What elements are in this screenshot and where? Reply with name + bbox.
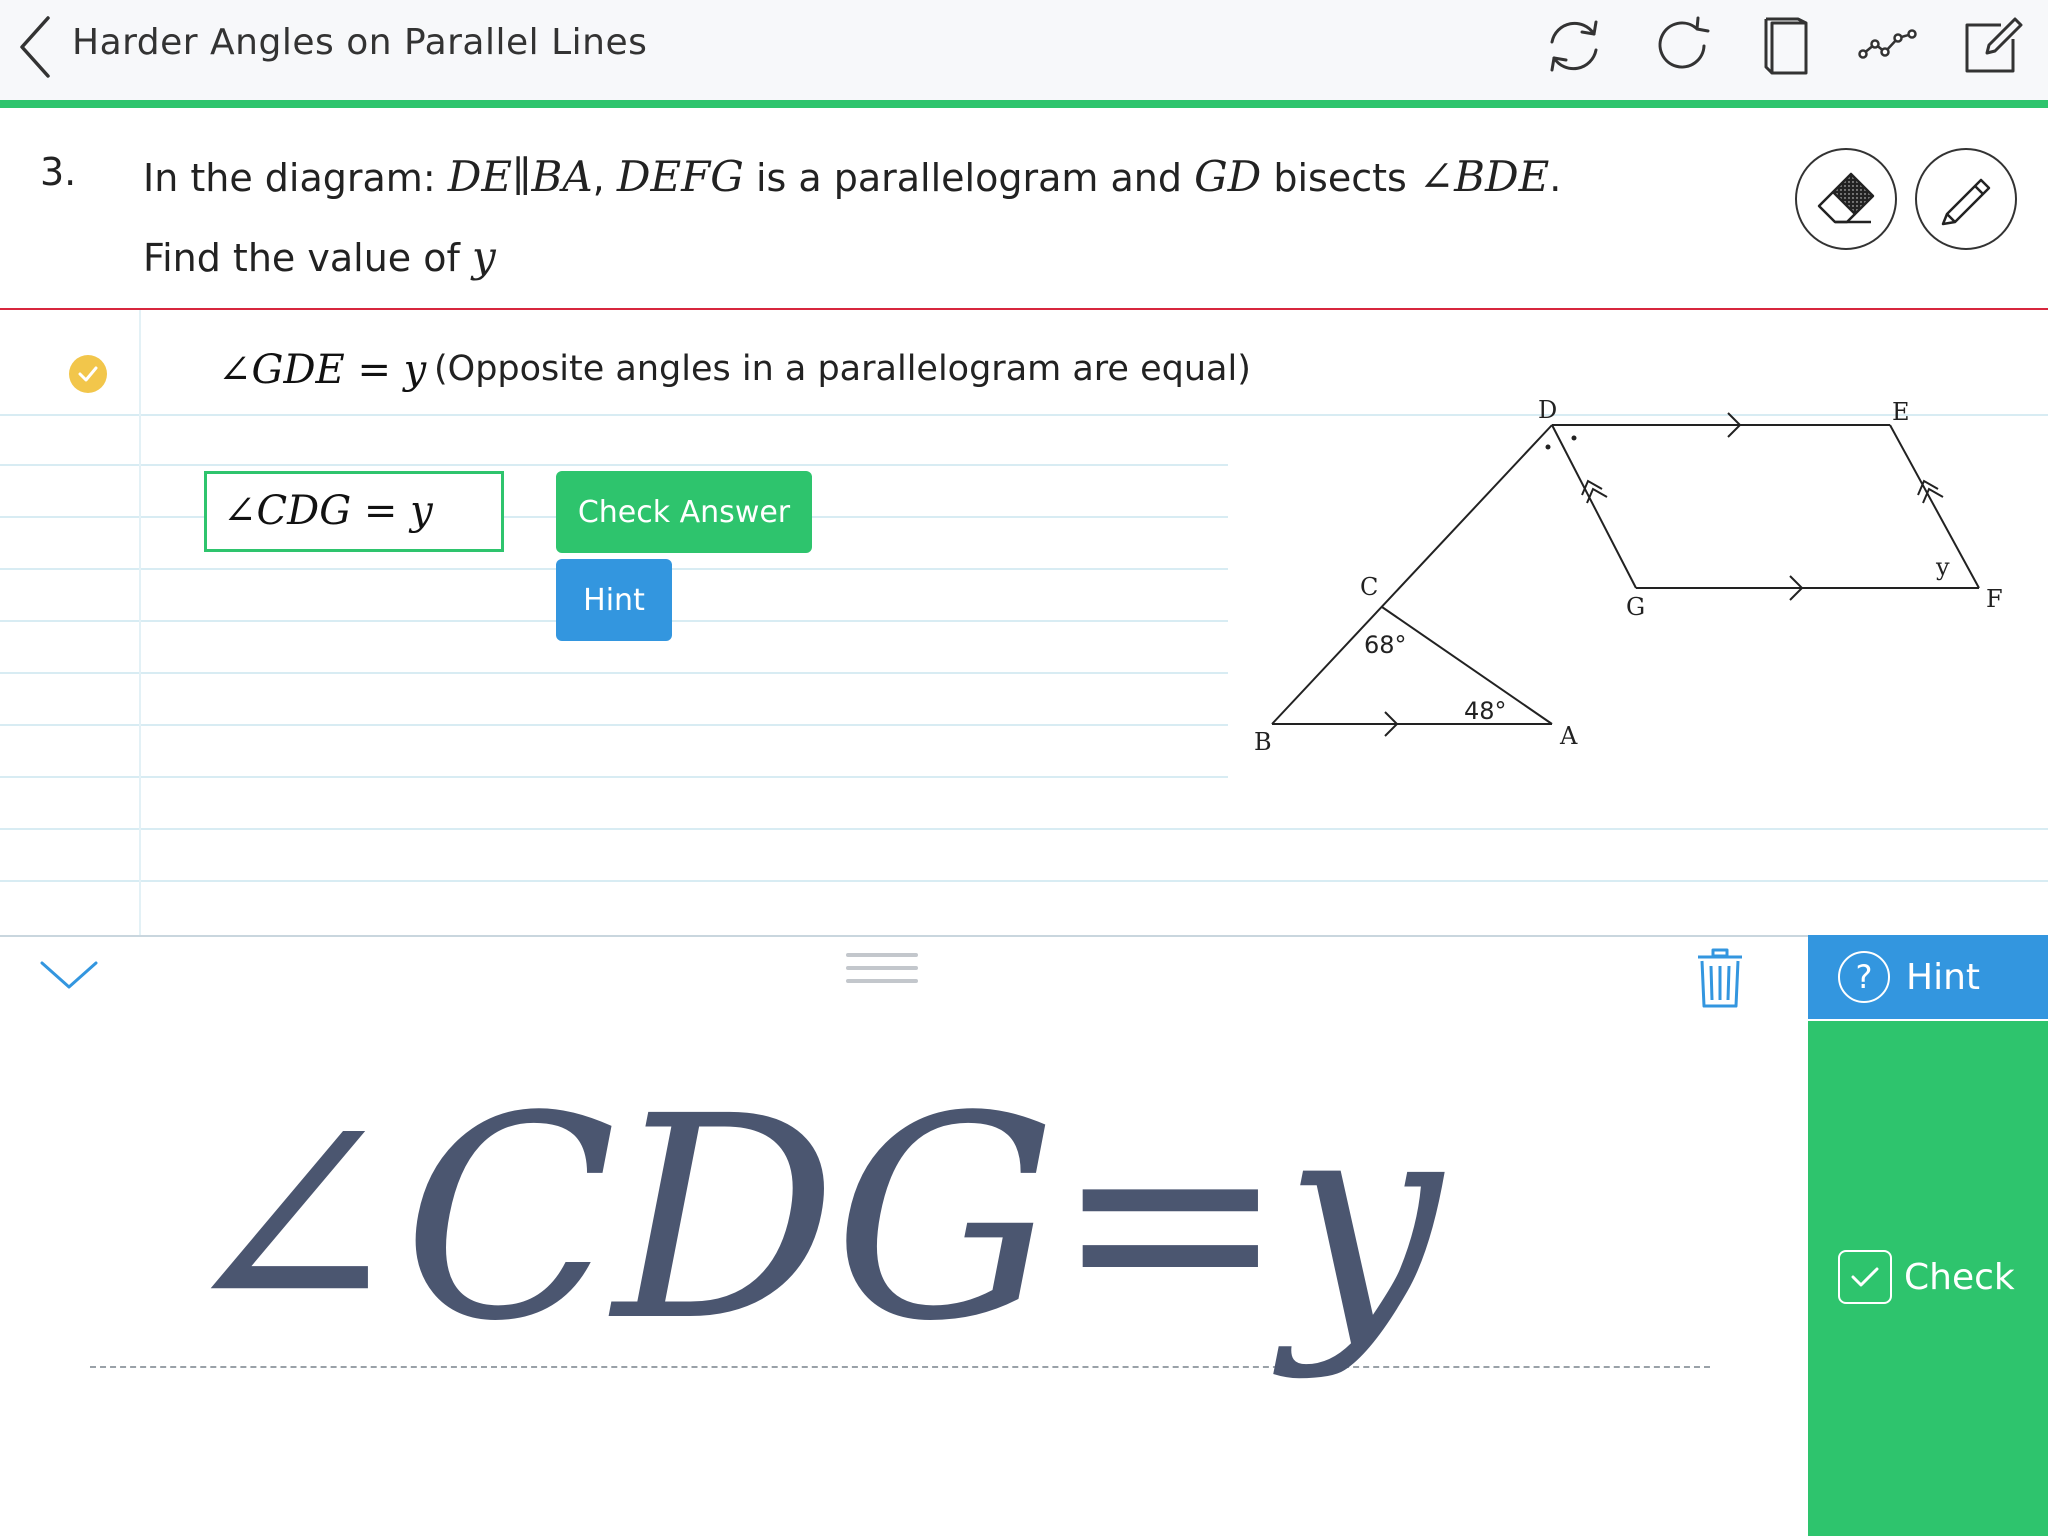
math-defg: DEFG	[616, 152, 744, 201]
question-prompt: Find the value of y	[143, 232, 496, 281]
hint-button[interactable]: Hint	[556, 559, 672, 641]
question-text-part: Find the value of	[143, 236, 472, 280]
question-text: In the diagram: DE∥BA, DEFG is a paralle…	[143, 152, 1561, 201]
question-mark-icon: ?	[1838, 951, 1890, 1003]
trash-icon[interactable]	[1694, 948, 1746, 1010]
label-a: A	[1559, 722, 1578, 750]
drag-handle-icon[interactable]	[846, 953, 918, 993]
hint-side-button[interactable]: ? Hint	[1808, 935, 2048, 1019]
pencil-icon	[1941, 178, 1991, 226]
label-y: y	[1935, 553, 1950, 581]
ruled-line	[0, 828, 2048, 830]
top-bar: Harder Angles on Parallel Lines	[0, 0, 2048, 102]
restart-icon[interactable]	[1542, 14, 1606, 78]
answer-input[interactable]: ∠CDG = y	[204, 471, 504, 552]
question-text-part: In the diagram:	[143, 156, 448, 200]
math-de-parallel-ba: DE∥BA	[447, 152, 593, 201]
math-angle-bde: ∠BDE	[1418, 152, 1550, 201]
geometry-diagram: D E F G C B A y 68° 48°	[1254, 396, 2003, 756]
back-chevron-icon[interactable]	[14, 14, 56, 80]
ruled-line	[0, 672, 1228, 674]
writing-panel-border	[0, 935, 1808, 937]
graph-icon[interactable]	[1856, 14, 1920, 78]
label-b: B	[1254, 728, 1272, 756]
label-c: C	[1360, 573, 1378, 601]
question-number: 3.	[40, 150, 77, 194]
question-text-part: .	[1549, 156, 1562, 200]
progress-accent-bar	[0, 100, 2048, 108]
label-e: E	[1892, 398, 1910, 426]
redo-icon[interactable]	[1652, 14, 1716, 78]
handwriting-canvas[interactable]: ∠CDG=y	[172, 1080, 1442, 1360]
label-d: D	[1538, 396, 1557, 424]
angle-a-label: 48°	[1464, 697, 1507, 725]
question-text-part: ,	[592, 156, 617, 200]
hint-side-label: Hint	[1906, 956, 1981, 998]
math-gd: GD	[1194, 152, 1262, 201]
step-reason: (Opposite angles in a parallelogram are …	[434, 349, 1251, 389]
ruled-line	[0, 776, 1228, 778]
angle-c-label: 68°	[1364, 631, 1407, 659]
eraser-icon	[1817, 172, 1875, 224]
ruled-line	[0, 464, 1228, 466]
label-g: G	[1626, 593, 1645, 621]
notebook-icon[interactable]	[1756, 14, 1820, 78]
pencil-button[interactable]	[1915, 148, 2017, 250]
label-f: F	[1986, 585, 2003, 613]
ruled-line	[0, 724, 1228, 726]
bisect-mark	[1571, 435, 1577, 441]
check-answer-button[interactable]: Check Answer	[556, 471, 812, 553]
eraser-button[interactable]	[1795, 148, 1897, 250]
bisect-mark	[1545, 444, 1551, 450]
question-text-part: bisects	[1261, 156, 1419, 200]
lesson-title: Harder Angles on Parallel Lines	[72, 22, 648, 63]
check-side-button[interactable]: Check	[1808, 1021, 2048, 1536]
question-text-part: is a parallelogram and	[743, 156, 1195, 200]
notebook-margin-line	[139, 310, 141, 935]
check-side-label: Check	[1904, 1256, 2015, 1298]
ruled-line	[0, 880, 2048, 882]
step-correct-check-icon	[69, 355, 107, 393]
math-y: y	[471, 232, 496, 281]
collapse-chevron-icon[interactable]	[38, 955, 100, 995]
edit-icon[interactable]	[1960, 14, 2024, 78]
checkmark-icon	[1838, 1250, 1892, 1304]
check-side-content: Check	[1838, 1250, 2015, 1304]
step-math: ∠GDE = y	[218, 347, 427, 393]
